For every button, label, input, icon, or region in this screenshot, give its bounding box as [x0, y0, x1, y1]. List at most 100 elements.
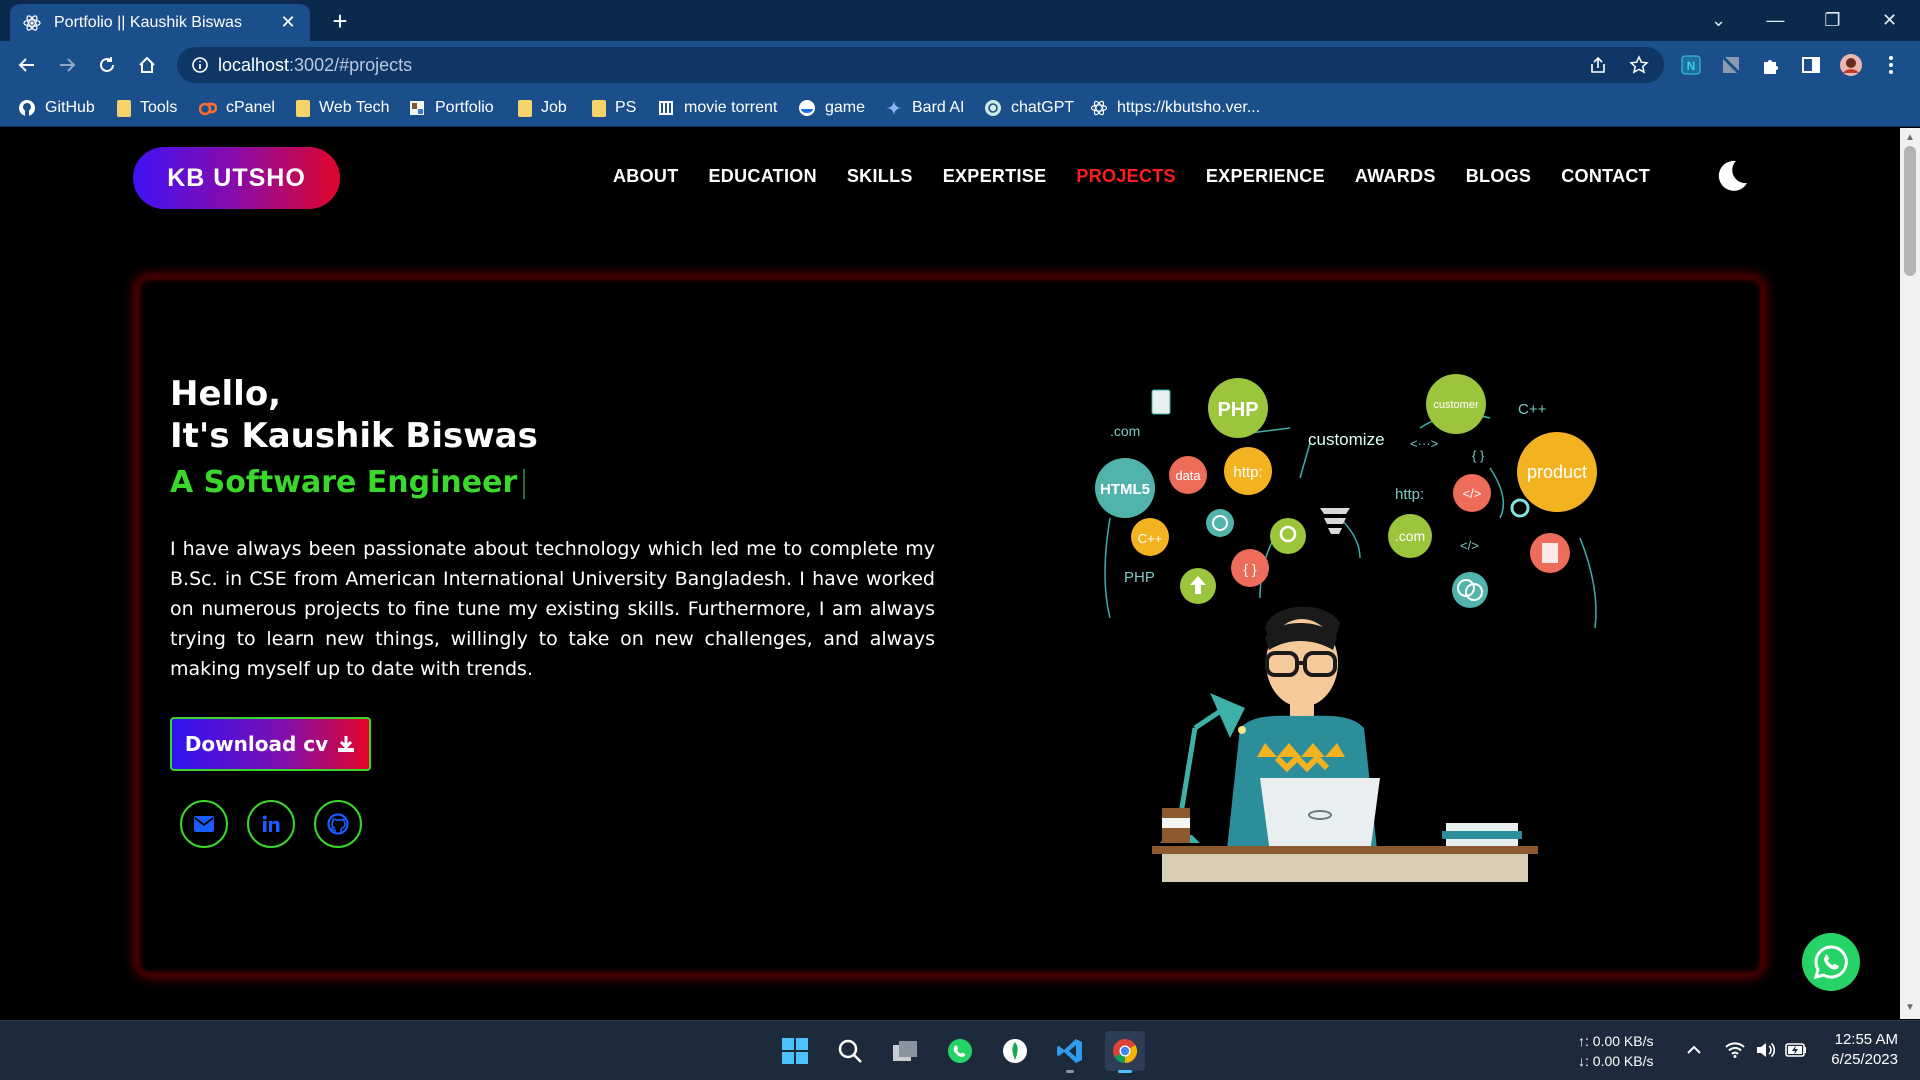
whatsapp-icon	[1813, 945, 1848, 980]
new-tab-button[interactable]: +	[325, 6, 355, 36]
taskbar-chrome[interactable]	[1105, 1031, 1145, 1073]
teal-ring-bubble	[1206, 509, 1234, 537]
whatsapp-icon	[948, 1039, 972, 1063]
nav-list: ABOUT EDUCATION SKILLS EXPERTISE PROJECT…	[613, 166, 1680, 187]
volume-button[interactable]	[1754, 1039, 1776, 1061]
site-info-icon[interactable]	[190, 55, 210, 75]
chrome-icon	[1113, 1039, 1138, 1063]
system-clock[interactable]: 12:55 AM 6/25/2023	[1826, 1030, 1898, 1070]
task-view-button[interactable]	[885, 1031, 925, 1071]
tab-search-icon[interactable]: ⌄	[1690, 0, 1747, 41]
hero-bio: I have always been passionate about tech…	[170, 538, 935, 680]
extensions-puzzle-icon[interactable]	[1759, 53, 1783, 77]
nav-education[interactable]: EDUCATION	[709, 166, 817, 187]
site-logo[interactable]: KB UTSHO	[133, 147, 340, 209]
vscode-icon	[1057, 1039, 1082, 1063]
browser-menu-icon[interactable]	[1879, 53, 1903, 77]
tab-title: Portfolio || Kaushik Biswas	[54, 13, 242, 31]
http2-label: http:	[1395, 486, 1424, 503]
clock-time: 12:55 AM	[1834, 1031, 1898, 1048]
bookmark-kbutsho[interactable]: https://kbutsho.ver...	[1090, 97, 1260, 119]
page-scrollbar[interactable]: ▲ ▼	[1900, 128, 1920, 1019]
whatsapp-chat-button[interactable]	[1802, 933, 1860, 991]
bookmark-movie-torrent[interactable]: movie torrent	[657, 97, 777, 119]
folder-icon	[592, 99, 606, 117]
nav-about[interactable]: ABOUT	[613, 166, 679, 187]
tab-close-icon[interactable]: ✕	[278, 12, 298, 33]
game-icon	[799, 100, 815, 116]
running-indicator	[1066, 1070, 1074, 1073]
battery-button[interactable]	[1785, 1039, 1807, 1061]
linkedin-icon	[262, 815, 280, 832]
bookmark-job[interactable]: Job	[518, 97, 567, 119]
nav-blogs[interactable]: BLOGS	[1466, 166, 1532, 187]
email-link[interactable]	[180, 800, 228, 848]
bookmark-label: game	[825, 99, 866, 116]
start-button[interactable]	[775, 1031, 815, 1071]
bookmark-game[interactable]: game	[798, 97, 865, 119]
bookmark-bard-ai[interactable]: Bard AI	[885, 97, 964, 119]
side-panel-icon[interactable]	[1799, 53, 1823, 77]
bookmark-github[interactable]: GitHub	[18, 97, 95, 119]
arrow-left-icon	[18, 58, 34, 72]
nav-projects[interactable]: PROJECTS	[1076, 166, 1175, 187]
home-button[interactable]	[132, 50, 162, 80]
back-button[interactable]	[12, 50, 42, 80]
hero-role: A Software Engineer	[170, 465, 526, 500]
chatgpt-icon	[985, 100, 1001, 116]
bookmark-cpanel[interactable]: cPanel	[199, 97, 275, 119]
hero-heading: Hello, It's Kaushik Biswas	[170, 373, 538, 457]
home-icon	[139, 56, 155, 73]
bookmark-web-tech[interactable]: Web Tech	[296, 97, 390, 119]
hero-role-text: A Software Engineer	[170, 465, 518, 500]
bookmark-label: PS	[615, 99, 637, 116]
nav-skills[interactable]: SKILLS	[847, 166, 913, 187]
bookmark-star-icon[interactable]	[1629, 55, 1649, 75]
nav-contact[interactable]: CONTACT	[1561, 166, 1650, 187]
braces2-label: { }	[1243, 561, 1257, 577]
bookmark-label: chatGPT	[1011, 99, 1075, 116]
taskbar-vscode[interactable]	[1050, 1031, 1090, 1073]
taskbar-search-button[interactable]	[830, 1031, 870, 1071]
search-icon	[838, 1039, 862, 1063]
bookmark-ps[interactable]: PS	[592, 97, 636, 119]
scrollbar-thumb[interactable]	[1904, 146, 1916, 276]
forward-button[interactable]	[52, 50, 82, 80]
address-bar[interactable]: localhost:3002/#projects	[177, 47, 1664, 83]
taskbar-whatsapp[interactable]	[940, 1031, 980, 1071]
restore-button[interactable]: ❐	[1804, 0, 1861, 41]
reload-button[interactable]	[92, 50, 122, 80]
product-label: product	[1527, 462, 1587, 482]
portfolio-icon	[410, 101, 424, 115]
extension-n-icon[interactable]: N	[1679, 53, 1703, 77]
nav-expertise[interactable]: EXPERTISE	[943, 166, 1047, 187]
close-window-button[interactable]: ✕	[1861, 0, 1918, 41]
desk-top	[1152, 846, 1538, 854]
nav-awards[interactable]: AWARDS	[1355, 166, 1436, 187]
customize-label: customize	[1308, 430, 1385, 449]
bookmark-portfolio[interactable]: Portfolio	[408, 97, 494, 119]
scroll-down-icon[interactable]: ▼	[1904, 1002, 1916, 1014]
braces-label: { }	[1472, 448, 1485, 463]
taskbar-mongodb-compass[interactable]	[995, 1031, 1035, 1071]
share-icon[interactable]	[1588, 55, 1608, 75]
linkedin-link[interactable]	[247, 800, 295, 848]
wifi-button[interactable]	[1724, 1039, 1746, 1061]
download-cv-button[interactable]: Download cv	[170, 717, 371, 771]
download-cv-label: Download cv	[184, 732, 329, 756]
search-bubble	[1270, 518, 1306, 554]
bookmark-label: movie torrent	[684, 99, 778, 116]
hero-greeting: Hello,	[170, 374, 282, 414]
funnel-icon	[1320, 508, 1350, 534]
bookmark-chatgpt[interactable]: chatGPT	[984, 97, 1074, 119]
browser-tab-active[interactable]: Portfolio || Kaushik Biswas ✕	[10, 4, 310, 41]
dark-mode-moon-icon[interactable]	[1714, 158, 1750, 194]
nav-experience[interactable]: EXPERIENCE	[1206, 166, 1325, 187]
bookmark-tools[interactable]: Tools	[117, 97, 177, 119]
github-link[interactable]	[314, 800, 362, 848]
minimize-button[interactable]: —	[1747, 0, 1804, 41]
scroll-up-icon[interactable]: ▲	[1904, 132, 1916, 144]
profile-avatar[interactable]	[1839, 53, 1863, 77]
extension-flag-icon[interactable]	[1719, 53, 1743, 77]
show-hidden-icons-button[interactable]	[1683, 1039, 1705, 1061]
